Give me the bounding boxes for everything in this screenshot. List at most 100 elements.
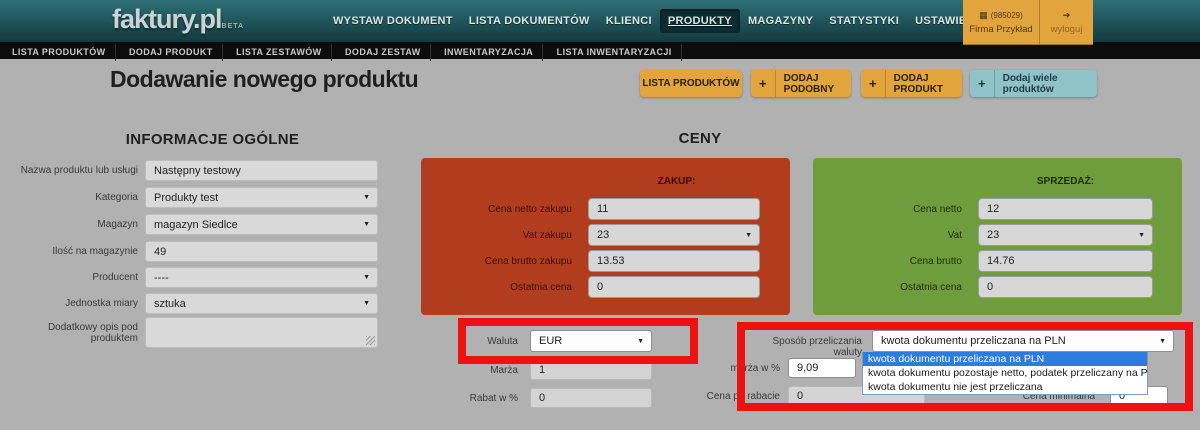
conversion-option-2[interactable]: kwota dokumentu pozostaje netto, podatek… [863, 366, 1147, 380]
add-product-button[interactable]: + DODAJ PRODUKT [861, 70, 962, 97]
category-select[interactable]: Produkty test ▼ [145, 187, 378, 208]
chevron-down-icon: ▼ [363, 300, 370, 307]
button-label: DODAJ PRODUKT [894, 73, 962, 95]
logout-icon: ➔ [1063, 10, 1071, 21]
logout-button[interactable]: ➔ wyloguj [1040, 0, 1093, 45]
subnav-item-lista-inwentaryzacji[interactable]: LISTA INWENTARYZACJI [548, 44, 682, 61]
currency-select[interactable]: EUR ▼ [530, 330, 652, 352]
general-info-heading: INFORMACJE OGÓLNE [45, 131, 380, 148]
margin-percent-input[interactable] [788, 358, 856, 378]
producer-label: Producent [0, 272, 138, 283]
chevron-down-icon: ▼ [745, 232, 752, 239]
discount-label: Rabat w % [400, 393, 518, 404]
select-value: sztuka [154, 298, 186, 310]
purchase-vat-label: Vat zakupu [431, 230, 572, 241]
app-window: faktury.plBETA WYSTAW DOKUMENT LISTA DOK… [0, 0, 1200, 430]
brand-beta-tag: BETA [222, 23, 245, 30]
chevron-down-icon: ▼ [1159, 338, 1166, 345]
resize-grip[interactable] [366, 336, 375, 345]
subnav-item-lista-zestawow[interactable]: LISTA ZESTAWÓW [227, 44, 331, 61]
add-similar-button[interactable]: + DODAJ PODOBNY [751, 70, 851, 97]
chevron-down-icon: ▼ [637, 338, 644, 345]
subnav-item-inwentaryzacja[interactable]: INWENTARYZACJA [435, 44, 543, 61]
select-value: magazyn Siedlce [154, 219, 238, 231]
nav-item-klienci[interactable]: KLIENCI [598, 9, 660, 33]
brand-logo[interactable]: faktury.plBETA [112, 4, 244, 35]
nav-item-lista-dokumentow[interactable]: LISTA DOKUMENTÓW [461, 9, 598, 33]
sale-net-price-input[interactable] [978, 198, 1153, 220]
margin-label: Marża [400, 365, 518, 376]
chevron-down-icon: ▼ [363, 274, 370, 281]
purchase-gross-price-label: Cena brutto zakupu [431, 256, 572, 267]
nav-item-magazyny[interactable]: MAGAZYNY [740, 9, 821, 33]
purchase-net-price-input[interactable] [588, 198, 760, 220]
sale-last-price-input[interactable] [978, 276, 1153, 298]
stock-quantity-input[interactable] [145, 241, 378, 262]
list-products-button[interactable]: LISTA PRODUKTÓW [640, 70, 742, 97]
subnav-item-lista-produktow[interactable]: LISTA PRODUKTÓW [3, 44, 116, 61]
warehouse-select[interactable]: magazyn Siedlce ▼ [145, 214, 378, 235]
company-name: Firma Przykład [969, 24, 1032, 35]
product-name-label: Nazwa produktu lub usługi [0, 165, 138, 176]
sale-prices-box: SPRZEDAŻ: Cena netto Vat 23 ▼ Cena brutt… [813, 158, 1182, 315]
select-value: 23 [987, 229, 999, 241]
category-label: Kategoria [0, 192, 138, 203]
conversion-method-dropdown: kwota dokumentu przeliczana na PLN kwota… [862, 352, 1148, 395]
sale-vat-select[interactable]: 23 ▼ [978, 224, 1153, 246]
top-navbar: faktury.plBETA WYSTAW DOKUMENT LISTA DOK… [0, 0, 1200, 42]
description-textarea[interactable] [145, 317, 378, 348]
select-value: kwota dokumentu przeliczana na PLN [881, 335, 1066, 347]
purchase-net-price-label: Cena netto zakupu [431, 204, 572, 215]
nav-item-statystyki[interactable]: STATYSTYKI [821, 9, 907, 33]
description-label: Dodatkowy opis pod produktem [0, 322, 138, 344]
margin-input[interactable] [530, 360, 652, 380]
prices-heading: CENY [600, 130, 800, 147]
sale-gross-price-input[interactable] [978, 250, 1153, 272]
nav-item-produkty[interactable]: PRODUKTY [660, 9, 740, 33]
button-label: DODAJ PODOBNY [784, 73, 851, 95]
purchase-prices-box: ZAKUP: Cena netto zakupu Vat zakupu 23 ▼… [421, 158, 790, 315]
button-label: LISTA PRODUKTÓW [642, 78, 739, 89]
main-menu: WYSTAW DOKUMENT LISTA DOKUMENTÓW KLIENCI… [325, 0, 865, 42]
logout-label: wyloguj [1051, 24, 1083, 35]
plus-icon: + [970, 70, 995, 97]
warehouse-label: Magazyn [0, 219, 138, 230]
chevron-down-icon: ▼ [1138, 232, 1145, 239]
sale-gross-price-label: Cena brutto [823, 256, 962, 267]
nav-item-wystaw-dokument[interactable]: WYSTAW DOKUMENT [325, 9, 461, 33]
purchase-last-price-label: Ostatnia cena [431, 282, 572, 293]
company-icon: ▦ [979, 10, 988, 21]
account-area: ▦ (985029) Firma Przykład ➔ wyloguj [963, 0, 1093, 45]
account-number: (985029) [991, 11, 1023, 20]
add-many-products-button[interactable]: + Dodaj wiele produktów [970, 70, 1097, 97]
purchase-gross-price-input[interactable] [588, 250, 760, 272]
conversion-option-3[interactable]: kwota dokumentu nie jest przeliczana [863, 380, 1147, 394]
subnav-item-dodaj-zestaw[interactable]: DODAJ ZESTAW [336, 44, 431, 61]
subnav-item-dodaj-produkt[interactable]: DODAJ PRODUKT [120, 44, 223, 61]
margin-percent-label: marża w % [660, 363, 780, 374]
conversion-method-label: Sposób przeliczania waluty [745, 336, 862, 358]
currency-label: Waluta [400, 336, 518, 347]
price-after-discount-label: Cena po rabacie [620, 391, 780, 402]
select-value: 23 [597, 229, 609, 241]
purchase-vat-select[interactable]: 23 ▼ [588, 224, 760, 246]
producer-select[interactable]: ---- ▼ [145, 267, 378, 288]
plus-icon: + [861, 70, 886, 97]
conversion-option-1[interactable]: kwota dokumentu przeliczana na PLN [863, 352, 1147, 366]
chevron-down-icon: ▼ [363, 221, 370, 228]
select-value: ---- [154, 272, 169, 284]
purchase-last-price-input[interactable] [588, 276, 760, 298]
sale-last-price-label: Ostatnia cena [823, 282, 962, 293]
brand-name: faktury.pl [112, 4, 222, 34]
stock-quantity-label: Ilość na magazynie [0, 246, 138, 257]
select-value: EUR [539, 335, 562, 347]
sale-box-title: SPRZEDAŻ: [978, 176, 1153, 187]
unit-select[interactable]: sztuka ▼ [145, 293, 378, 314]
conversion-method-select[interactable]: kwota dokumentu przeliczana na PLN ▼ [872, 330, 1174, 352]
plus-icon: + [751, 70, 776, 97]
sale-vat-label: Vat [823, 230, 962, 241]
chevron-down-icon: ▼ [363, 194, 370, 201]
product-name-input[interactable] [145, 160, 378, 181]
company-button[interactable]: ▦ (985029) Firma Przykład [963, 0, 1040, 45]
select-value: Produkty test [154, 192, 218, 204]
